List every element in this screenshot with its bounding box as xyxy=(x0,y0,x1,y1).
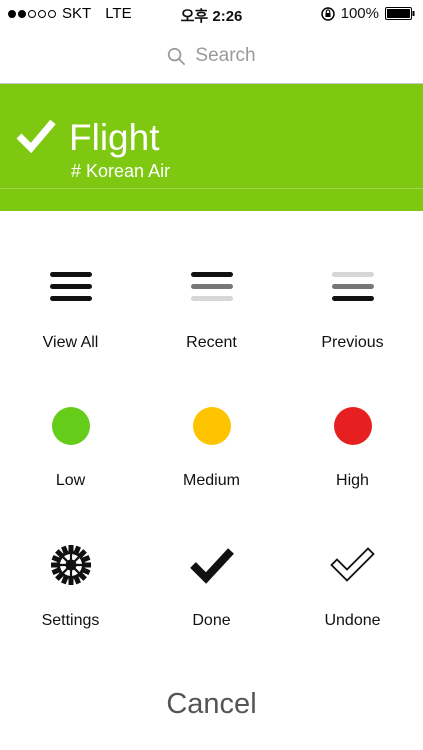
header-divider xyxy=(0,188,423,189)
action-label: View All xyxy=(42,334,99,351)
green-circle-icon xyxy=(51,407,90,445)
status-bar: SKT LTE 오후 2:26 100% xyxy=(0,0,423,28)
action-view-all[interactable]: View All xyxy=(0,258,141,358)
action-label: High xyxy=(336,472,369,489)
hamburger-icon xyxy=(49,272,92,301)
search-bar[interactable]: Search xyxy=(0,38,423,74)
action-recent[interactable]: Recent xyxy=(141,258,282,358)
action-previous[interactable]: Previous xyxy=(282,258,423,358)
recent-lines-icon xyxy=(190,272,233,301)
search-placeholder: Search xyxy=(195,45,256,66)
checkmark-icon xyxy=(189,548,234,584)
task-header: Flight # Korean Air xyxy=(0,84,423,211)
search-icon xyxy=(168,47,186,65)
cancel-button[interactable]: Cancel xyxy=(0,688,423,721)
previous-lines-icon xyxy=(331,272,374,301)
gear-icon xyxy=(50,545,91,585)
action-label: Settings xyxy=(41,612,100,629)
outline-check-icon xyxy=(329,547,375,582)
action-label: Previous xyxy=(321,334,384,351)
battery-icon xyxy=(385,7,415,20)
action-label: Undone xyxy=(324,612,381,629)
task-tag: # Korean Air xyxy=(71,161,171,181)
task-title: Flight xyxy=(69,117,160,158)
red-circle-icon xyxy=(333,407,372,445)
action-low[interactable]: Low xyxy=(0,400,141,500)
action-label: Recent xyxy=(186,334,237,351)
action-medium[interactable]: Medium xyxy=(141,400,282,500)
status-right: 100% xyxy=(320,5,415,22)
action-label: Low xyxy=(55,472,86,489)
battery-percent: 100% xyxy=(340,5,379,22)
action-label: Medium xyxy=(183,472,240,489)
action-undone[interactable]: Undone xyxy=(282,540,423,640)
action-high[interactable]: High xyxy=(282,400,423,500)
action-settings[interactable]: Settings xyxy=(0,540,141,640)
rotation-lock-icon xyxy=(320,6,335,21)
yellow-circle-icon xyxy=(192,407,231,445)
action-label: Done xyxy=(192,612,231,629)
action-done[interactable]: Done xyxy=(141,540,282,640)
checkmark-icon xyxy=(16,119,56,154)
